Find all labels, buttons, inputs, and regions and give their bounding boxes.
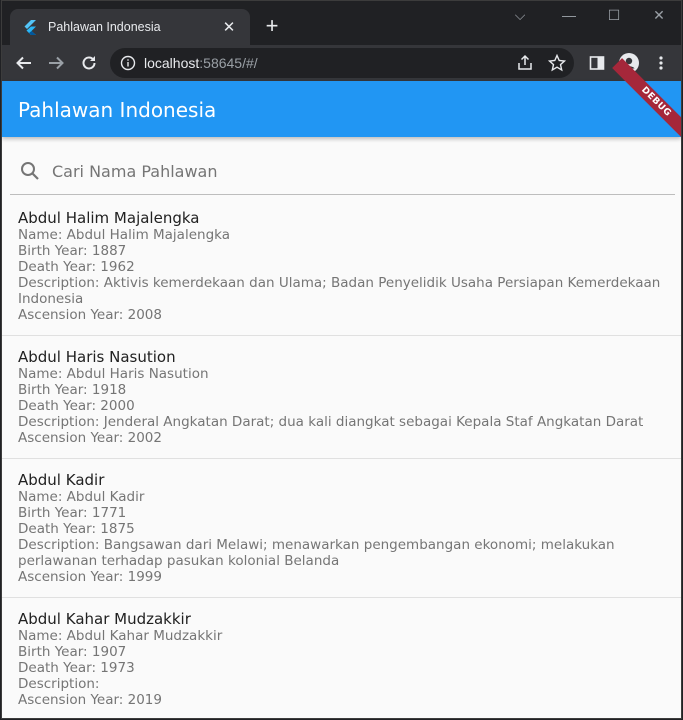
reload-icon[interactable] — [77, 51, 101, 75]
search-icon — [20, 161, 40, 186]
tab-strip: Pahlawan Indonesia ✕ + ⌵ — ☐ ✕ — [2, 1, 681, 45]
more-menu-icon[interactable] — [649, 51, 673, 75]
page-title: Pahlawan Indonesia — [18, 98, 217, 122]
close-window-icon[interactable]: ✕ — [649, 7, 669, 24]
minimize-icon[interactable]: — — [559, 7, 579, 23]
hero-death-year: Death Year: 2000 — [18, 398, 135, 414]
site-info-icon[interactable] — [120, 55, 136, 76]
hero-title: Abdul Halim Majalengka — [18, 209, 200, 227]
list-item[interactable]: Abdul Kahar Mudzakkir Name: Abdul Kahar M… — [2, 598, 681, 718]
hero-ascension-year: Ascension Year: 2002 — [18, 430, 162, 446]
side-panel-icon[interactable] — [585, 51, 609, 75]
address-bar[interactable]: localhost:58645/#/ — [110, 48, 574, 78]
url-host: localhost — [144, 55, 200, 71]
hero-description: Description: Aktivis kemerdekaan dan Ula… — [18, 275, 661, 307]
maximize-icon[interactable]: ☐ — [604, 7, 624, 24]
hero-list: Abdul Halim Majalengka Name: Abdul Halim … — [2, 197, 681, 718]
search-bar — [10, 147, 675, 195]
hero-name: Name: Abdul Kadir — [18, 489, 145, 505]
hero-name: Name: Abdul Halim Majalengka — [18, 227, 230, 243]
browser-tab[interactable]: Pahlawan Indonesia ✕ — [10, 9, 250, 45]
list-item[interactable]: Abdul Haris Nasution Name: Abdul Haris Na… — [2, 336, 681, 459]
back-icon[interactable] — [12, 51, 36, 75]
hero-name: Name: Abdul Kahar Mudzakkir — [18, 628, 223, 644]
hero-name: Name: Abdul Haris Nasution — [18, 366, 209, 382]
flutter-icon — [22, 19, 38, 35]
hero-ascension-year: Ascension Year: 2008 — [18, 307, 162, 323]
hero-description: Description: Bangsawan dari Melawi; mena… — [18, 537, 615, 569]
list-item[interactable]: Abdul Halim Majalengka Name: Abdul Halim … — [2, 197, 681, 336]
tab-title: Pahlawan Indonesia — [48, 20, 161, 34]
hero-birth-year: Birth Year: 1907 — [18, 644, 127, 660]
hero-title: Abdul Kadir — [18, 471, 105, 489]
search-input[interactable] — [50, 159, 654, 183]
hero-death-year: Death Year: 1875 — [18, 521, 135, 537]
hero-death-year: Death Year: 1962 — [18, 259, 135, 275]
forward-icon[interactable] — [44, 51, 68, 75]
new-tab-icon[interactable]: + — [260, 14, 284, 38]
app-bar: Pahlawan Indonesia DEBUG — [2, 58, 681, 146]
hero-ascension-year: Ascension Year: 1999 — [18, 569, 162, 585]
hero-birth-year: Birth Year: 1887 — [18, 243, 127, 259]
chevron-down-icon[interactable]: ⌵ — [510, 7, 530, 24]
hero-title: Abdul Kahar Mudzakkir — [18, 610, 191, 628]
url-text: localhost:58645/#/ — [144, 55, 258, 71]
hero-ascension-year: Ascension Year: 2019 — [18, 692, 162, 708]
hero-description: Description: — [18, 676, 100, 692]
hero-birth-year: Birth Year: 1771 — [18, 505, 127, 521]
hero-title: Abdul Haris Nasution — [18, 348, 176, 366]
hero-description: Description: Jenderal Angkatan Darat; du… — [18, 414, 644, 430]
hero-birth-year: Birth Year: 1918 — [18, 382, 127, 398]
url-path: :58645/#/ — [199, 55, 258, 71]
share-icon[interactable] — [516, 54, 534, 77]
close-tab-icon[interactable]: ✕ — [220, 18, 238, 36]
list-item[interactable]: Abdul Kadir Name: Abdul Kadir Birth Year: … — [2, 459, 681, 598]
hero-death-year: Death Year: 1973 — [18, 660, 135, 676]
bookmark-star-icon[interactable] — [547, 53, 567, 77]
browser-window: Pahlawan Indonesia ✕ + ⌵ — ☐ ✕ localhost… — [1, 0, 682, 719]
browser-toolbar: localhost:58645/#/ — [2, 45, 681, 81]
